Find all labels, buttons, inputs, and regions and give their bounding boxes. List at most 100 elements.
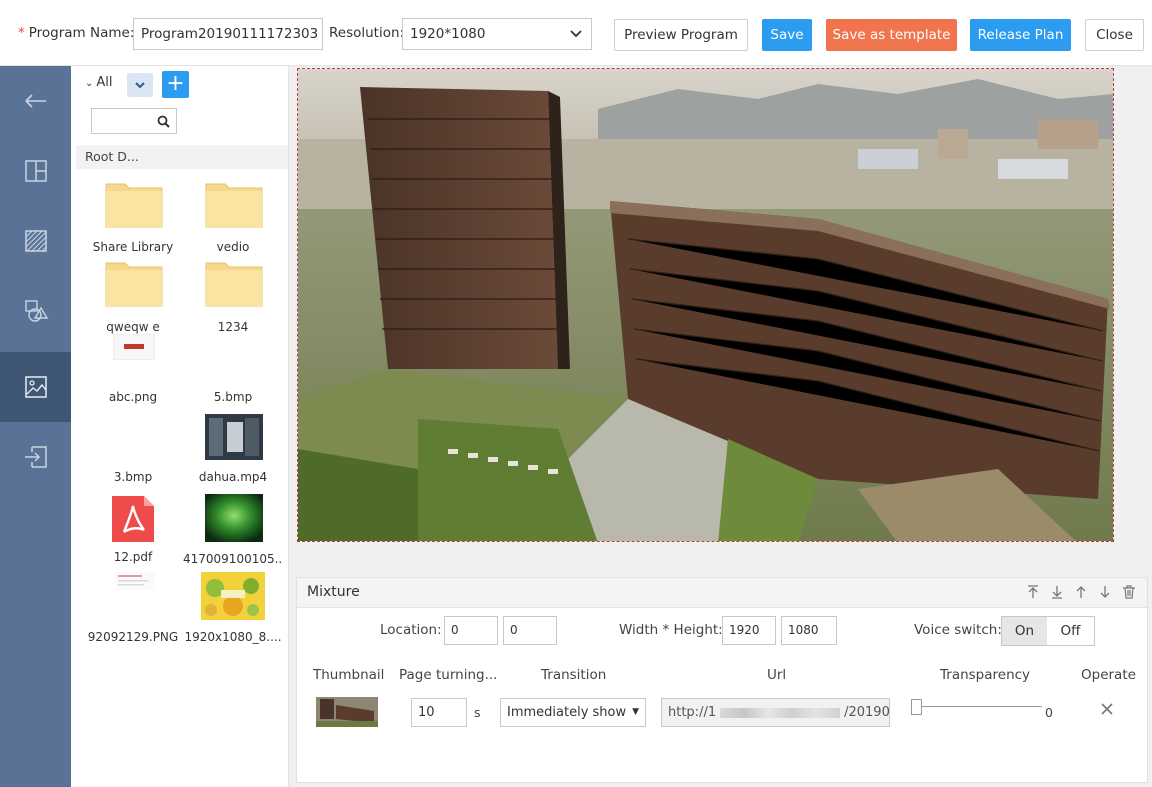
move-down-icon[interactable]: [1097, 584, 1113, 600]
library-item-qweqwe[interactable]: qweqw e: [83, 257, 183, 337]
item-caption: 5.bmp: [213, 390, 253, 404]
library-item-5-bmp[interactable]: 5.bmp: [183, 334, 283, 406]
col-url: Url: [767, 667, 787, 683]
save-button[interactable]: Save: [762, 19, 812, 51]
col-operate: Operate: [1081, 667, 1136, 683]
voice-switch-label: Voice switch:: [914, 622, 1002, 638]
library-item-vedio[interactable]: vedio: [183, 178, 283, 258]
seconds-unit: s: [474, 705, 481, 720]
image-thumbnail: [113, 334, 155, 360]
library-item-417009100105[interactable]: 417009100105...: [183, 494, 283, 566]
library-filter[interactable]: ⌄ All: [85, 75, 113, 90]
preview-program-button[interactable]: Preview Program: [614, 19, 748, 51]
library-item-92092129-png[interactable]: 92092129.PNG: [83, 572, 183, 644]
library-breadcrumb[interactable]: Root D...: [76, 145, 288, 169]
arrow-left-icon: [24, 94, 46, 108]
col-transparency: Transparency: [940, 667, 1031, 683]
move-to-bottom-icon[interactable]: [1049, 584, 1065, 600]
image-icon: [24, 376, 47, 398]
close-button[interactable]: Close: [1085, 19, 1144, 51]
program-name-label: * Program Name:: [18, 25, 134, 41]
location-y-input[interactable]: 0: [503, 616, 557, 645]
mixture-panel: Mixture Location: 0 0 Width * Height: 19…: [296, 577, 1148, 783]
library-item-dahua-mp4[interactable]: dahua.mp4: [183, 414, 283, 486]
rail-back[interactable]: [0, 66, 71, 136]
page-turning-input[interactable]: 10: [411, 698, 467, 727]
library-item-12-pdf[interactable]: 12.pdf: [83, 494, 183, 566]
url-input[interactable]: http://1/2019011: [661, 698, 890, 727]
url-redacted: [720, 707, 841, 718]
program-name-input[interactable]: Program20190111172303: [133, 18, 323, 50]
rail-shapes[interactable]: [0, 276, 71, 346]
rail-background[interactable]: [0, 206, 71, 276]
item-caption: abc.png: [108, 390, 158, 404]
library-item-abc-png[interactable]: abc.png: [83, 334, 183, 406]
library-item-1920x1080[interactable]: 1920x1080_8....: [183, 572, 283, 644]
size-label: Width * Height:: [619, 622, 723, 638]
search-icon: [157, 115, 170, 128]
mixture-header: Mixture: [297, 578, 1147, 608]
chevron-down-icon: [135, 82, 145, 89]
transparency-value: 0: [1045, 705, 1053, 720]
item-caption: 3.bmp: [113, 470, 153, 484]
move-up-icon[interactable]: [1073, 584, 1089, 600]
width-input[interactable]: 1920: [722, 616, 776, 645]
move-to-top-icon[interactable]: [1025, 584, 1041, 600]
location-label: Location:: [380, 622, 442, 638]
library-item-1234[interactable]: 1234: [183, 257, 283, 337]
resolution-label: Resolution:: [329, 25, 405, 41]
media-library: ⌄ All + Root D... Share Library vedio qwe…: [71, 66, 289, 787]
close-icon[interactable]: [1100, 702, 1114, 716]
item-caption: 92092129.PNG: [87, 630, 179, 644]
nav-rail: [0, 66, 71, 787]
resolution-value: 1920*1080: [410, 26, 486, 42]
image-thumbnail: [205, 494, 263, 542]
folder-icon: [105, 183, 163, 228]
col-page-turning: Page turning...: [399, 667, 498, 683]
library-search-input[interactable]: [91, 108, 177, 134]
preview-window[interactable]: [297, 68, 1114, 542]
library-item-3-bmp[interactable]: 3.bmp: [83, 414, 183, 486]
item-caption: Share Library: [92, 240, 174, 254]
plus-icon: +: [166, 71, 185, 96]
col-transition: Transition: [541, 667, 607, 683]
voice-on-button[interactable]: On: [1001, 616, 1048, 646]
transparency-slider[interactable]: [922, 706, 1042, 707]
layout-icon: [24, 160, 47, 182]
location-x-input[interactable]: 0: [444, 616, 498, 645]
library-filter-dropdown[interactable]: [127, 73, 153, 97]
item-caption: 1920x1080_8....: [184, 630, 282, 644]
rail-media[interactable]: [0, 352, 71, 422]
item-caption: vedio: [216, 240, 250, 254]
campus-photo: [298, 69, 1113, 541]
row-thumbnail: [316, 697, 378, 727]
folder-icon: [205, 262, 263, 307]
library-item-share-library[interactable]: Share Library: [83, 178, 183, 258]
rail-layout[interactable]: [0, 136, 71, 206]
rail-import[interactable]: [0, 422, 71, 492]
library-filter-label: All: [96, 75, 113, 90]
required-marker: *: [18, 25, 25, 41]
resolution-select[interactable]: 1920*1080: [402, 18, 592, 50]
mixture-title: Mixture: [307, 584, 360, 600]
voice-off-button[interactable]: Off: [1047, 616, 1095, 646]
folder-icon: [205, 183, 263, 228]
top-toolbar: * Program Name: Program20190111172303 Res…: [0, 0, 1152, 66]
chevron-down-icon: ⌄: [85, 78, 94, 89]
transition-select[interactable]: Immediately show ▼: [500, 698, 646, 727]
video-thumbnail: [205, 414, 263, 460]
import-icon: [24, 446, 47, 468]
mixture-toolbar: [1025, 584, 1137, 600]
caret-down-icon: ▼: [632, 707, 639, 717]
item-caption: dahua.mp4: [198, 470, 268, 484]
add-folder-button[interactable]: +: [162, 71, 189, 98]
image-thumbnail: [115, 572, 155, 590]
trash-icon[interactable]: [1121, 584, 1137, 600]
chevron-down-icon: [570, 19, 582, 60]
transparency-slider-handle[interactable]: [911, 699, 922, 715]
transition-value: Immediately show: [507, 705, 627, 720]
save-as-template-button[interactable]: Save as template: [826, 19, 957, 51]
release-plan-button[interactable]: Release Plan: [970, 19, 1071, 51]
folder-icon: [105, 262, 163, 307]
height-input[interactable]: 1080: [781, 616, 837, 645]
